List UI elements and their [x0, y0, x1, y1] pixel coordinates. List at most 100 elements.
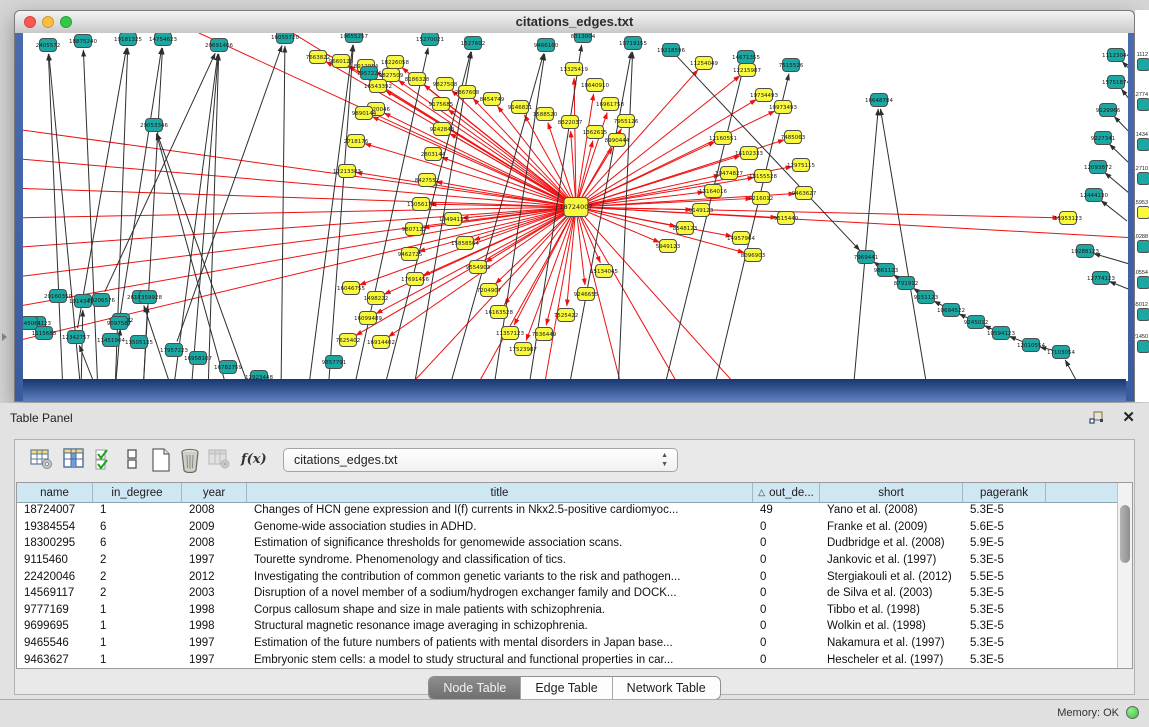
network-canvas[interactable]: 1872400776638229660125891295418226058982… — [23, 33, 1128, 381]
node-label: 2867608 — [455, 90, 480, 96]
cell-name: 19384554 — [17, 521, 93, 533]
table-row[interactable]: 969969511998Structural magnetic resonanc… — [17, 618, 1117, 635]
column-header-out_degree[interactable]: △out_de... — [753, 483, 820, 502]
network-view-window: citations_edges.txt 18724007766382296601… — [14, 10, 1135, 402]
network-node[interactable] — [1137, 276, 1149, 289]
cell-title: Investigating the contribution of common… — [247, 571, 753, 583]
node-label: 21450 — [1135, 334, 1148, 340]
node-label: 2718176 — [344, 139, 369, 145]
node-label: 12710 — [1135, 166, 1148, 172]
network-edge — [1101, 201, 1127, 221]
network-edge — [1109, 144, 1128, 165]
table-row[interactable]: 977716911998Corpus callosum shape and si… — [17, 602, 1117, 619]
cell-pagerank: 5.3E-5 — [963, 654, 1046, 666]
column-header-year[interactable]: year — [182, 483, 247, 502]
network-node[interactable] — [1137, 206, 1149, 219]
cell-short: de Silva et al. (2003) — [820, 587, 963, 599]
node-label: 9890144 — [352, 111, 377, 117]
column-header-name[interactable]: name — [17, 483, 93, 502]
row-height-icon[interactable] — [122, 447, 148, 473]
function-builder-icon[interactable]: f(x) — [241, 447, 267, 473]
node-label: 14754623 — [149, 37, 177, 43]
table-settings-icon[interactable] — [29, 447, 55, 473]
network-node[interactable] — [1137, 172, 1149, 185]
table-toolbar: f(x) citations_edges.txt ▲▼ — [15, 440, 1134, 482]
cell-out_degree: 49 — [753, 504, 820, 516]
cell-short: Franke et al. (2009) — [820, 521, 963, 533]
memory-ok-indicator[interactable] — [1126, 706, 1139, 719]
cell-title: Structural magnetic resonance image aver… — [247, 620, 753, 632]
tab-node-table[interactable]: Node Table — [429, 677, 521, 699]
vertical-scrollbar[interactable] — [1117, 483, 1132, 668]
node-label: 8454749 — [480, 97, 505, 103]
network-edge — [853, 109, 878, 381]
column-header-in_degree[interactable]: in_degree — [93, 483, 182, 502]
node-label: 9175685 — [429, 102, 454, 108]
node-label: 8096903 — [741, 253, 766, 259]
network-node[interactable] — [1137, 240, 1149, 253]
cell-pagerank: 5.3E-5 — [963, 637, 1046, 649]
cell-out_degree: 0 — [753, 571, 820, 583]
node-label: 14671355 — [732, 55, 760, 61]
cell-year: 1998 — [182, 620, 247, 632]
float-panel-icon[interactable] — [1089, 411, 1105, 425]
table-row[interactable]: 1872400712008Changes of HCN gene express… — [17, 502, 1117, 519]
cell-title: Estimation of the future numbers of pati… — [247, 637, 753, 649]
table-row[interactable]: 946554611997Estimation of the future num… — [17, 635, 1117, 652]
node-label: 9861123 — [874, 268, 899, 274]
tab-network-table[interactable]: Network Table — [613, 677, 720, 699]
node-label: 8791912 — [894, 281, 919, 287]
node-label: 8548123 — [673, 226, 698, 232]
column-header-pagerank[interactable]: pagerank — [963, 483, 1046, 502]
column-header-label: name — [40, 487, 69, 499]
network-node[interactable] — [1137, 58, 1149, 71]
cell-title: Embryonic stem cells: a model to study s… — [247, 654, 753, 666]
table-row[interactable]: 2242004622012Investigating the contribut… — [17, 568, 1117, 585]
table-row[interactable]: 1830029562008Estimation of significance … — [17, 535, 1117, 552]
network-graph[interactable]: 1872400776638229660125891295418226058982… — [23, 33, 1128, 381]
node-label: 10719155 — [619, 41, 647, 47]
table-row[interactable]: 1938455462009Genome-wide association stu… — [17, 519, 1117, 536]
delete-table-icon[interactable] — [178, 447, 204, 473]
column-chooser-icon[interactable] — [62, 447, 88, 473]
network-node[interactable] — [1137, 138, 1149, 151]
scrollbar-thumb[interactable] — [1120, 505, 1130, 563]
cell-pagerank: 5.9E-5 — [963, 537, 1046, 549]
node-label: 20206576 — [87, 298, 115, 304]
table-row[interactable]: 1456911722003Disruption of a novel membe… — [17, 585, 1117, 602]
cell-out_degree: 0 — [753, 587, 820, 599]
table-selector-value: citations_edges.txt — [294, 453, 398, 467]
node-label: 9097587 — [107, 321, 132, 327]
tab-edge-table[interactable]: Edge Table — [521, 677, 612, 699]
node-label: 16648784 — [865, 98, 893, 104]
table-row[interactable]: 946362711997Embryonic stem cells: a mode… — [17, 651, 1117, 668]
node-label: 11254049 — [690, 61, 718, 67]
window-titlebar[interactable]: citations_edges.txt — [15, 11, 1134, 34]
network-edge — [578, 141, 593, 199]
select-all-check-icon[interactable] — [93, 447, 119, 473]
table-panel: Table Panel ✕ — [0, 403, 1149, 699]
network-edge — [208, 54, 219, 381]
network-edge — [677, 57, 860, 251]
network-edge — [281, 46, 285, 381]
node-label: 16055720 — [271, 35, 299, 41]
node-label: 9462725 — [398, 252, 423, 258]
table-selector-dropdown[interactable]: citations_edges.txt ▲▼ — [283, 448, 678, 472]
memory-status-label: Memory: OK — [1057, 707, 1119, 719]
node-label: 17523987 — [509, 347, 537, 353]
table-row[interactable]: 911546021997Tourette syndrome. Phenomeno… — [17, 552, 1117, 569]
node-label: 9149123 — [689, 208, 714, 214]
close-panel-icon[interactable]: ✕ — [1122, 408, 1135, 426]
cell-out_degree: 0 — [753, 654, 820, 666]
node-label: 13505135 — [125, 340, 153, 346]
cell-name: 14569117 — [17, 587, 93, 599]
node-label: 7485063 — [781, 135, 806, 141]
cell-name: 9115460 — [17, 554, 93, 566]
network-node[interactable] — [1137, 308, 1149, 321]
column-header-short[interactable]: short — [820, 483, 963, 502]
new-table-icon[interactable] — [149, 447, 175, 473]
network-node[interactable] — [1137, 340, 1149, 353]
network-node[interactable] — [1137, 98, 1149, 111]
column-header-title[interactable]: title — [247, 483, 753, 502]
node-label: 15751874 — [1102, 80, 1128, 86]
